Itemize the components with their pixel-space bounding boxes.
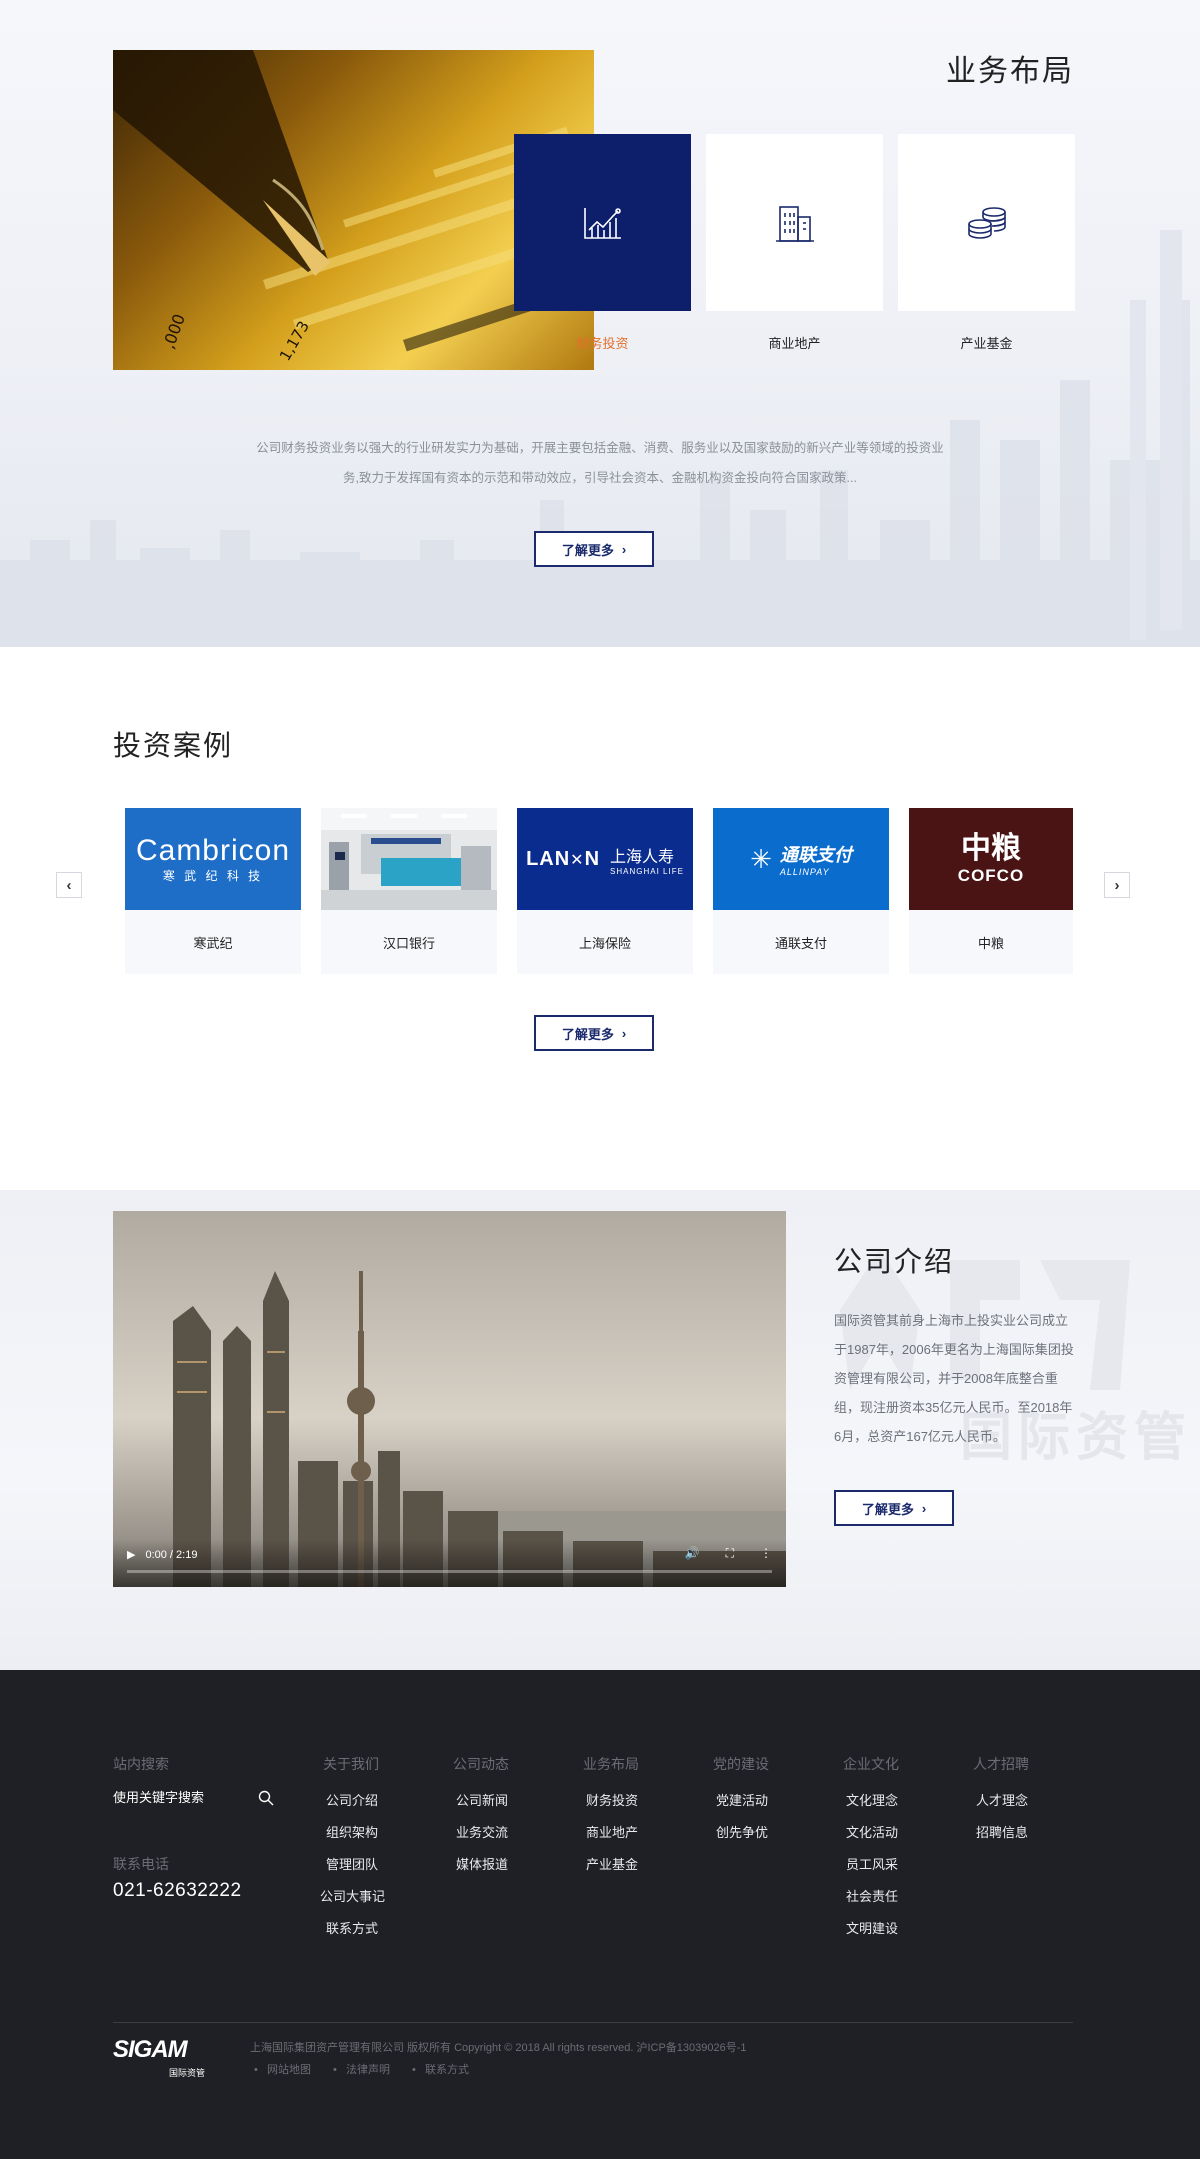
business-card-industry-fund[interactable]: [898, 134, 1075, 311]
footer-link[interactable]: 财务投资: [586, 1790, 638, 1809]
case-name: 通联支付: [774, 935, 827, 951]
play-icon[interactable]: ▶: [127, 1548, 135, 1561]
footer-link[interactable]: 文化理念: [846, 1790, 898, 1809]
intro-more-button[interactable]: 了解更多 ›: [834, 1490, 954, 1526]
chart-trend-icon: [583, 207, 621, 239]
footer-bottom-link-contact[interactable]: • 联系方式: [412, 2061, 469, 2077]
chevron-right-icon: ›: [1114, 876, 1120, 894]
svg-text:1,173: 1,173: [276, 318, 313, 364]
chevron-right-icon: ›: [921, 1500, 927, 1516]
footer-search-input[interactable]: [113, 1786, 277, 1808]
footer-link[interactable]: 创先争优: [716, 1822, 768, 1841]
case-card-cambricon[interactable]: Cambricon 寒 武 纪 科 技 寒武纪: [125, 808, 301, 974]
footer-link[interactable]: 人才理念: [976, 1790, 1028, 1809]
footer-col-heading-careers: 人才招聘: [973, 1756, 1029, 1772]
cases-next-button[interactable]: ›: [1104, 872, 1130, 898]
case-card-hankou-bank[interactable]: 汉口银行: [321, 808, 497, 974]
allinpay-mark: ✳: [750, 843, 772, 874]
video-time: 0:00 / 2:19: [145, 1548, 198, 1561]
shanghai-life-logo: LAN✕N 上海人寿 SHANGHAI LIFE: [517, 808, 693, 910]
chevron-right-icon: ›: [621, 541, 627, 557]
footer-col-heading-culture: 企业文化: [843, 1756, 899, 1772]
footer-link[interactable]: 招聘信息: [976, 1822, 1028, 1841]
case-name: 上海保险: [578, 935, 631, 951]
case-name: 寒武纪: [193, 935, 233, 951]
volume-icon[interactable]: 🔊: [685, 1546, 700, 1561]
footer-col-heading-news: 公司动态: [453, 1756, 509, 1772]
business-more-button[interactable]: 了解更多 ›: [534, 531, 654, 567]
intro-video-player[interactable]: ▶ 0:00 / 2:19 🔊 ⛶ ⋮: [113, 1211, 786, 1587]
business-section: ,000 1,173 业务布局 财务投资 商业地产 产业基金 公司财务投资业务以…: [0, 0, 1200, 647]
video-right-controls: 🔊 ⛶ ⋮: [685, 1546, 772, 1561]
chevron-left-icon: ‹: [66, 876, 72, 894]
cofco-logo: 中粮 COFCO: [909, 808, 1073, 910]
chevron-right-icon: ›: [621, 1025, 627, 1041]
search-icon[interactable]: [258, 1790, 274, 1806]
coin-stack-icon: [967, 206, 1006, 239]
video-progress-track[interactable]: [127, 1570, 772, 1573]
video-control-row: ▶ 0:00 / 2:19: [127, 1548, 198, 1562]
footer-link[interactable]: 产业基金: [586, 1854, 638, 1873]
fullscreen-icon[interactable]: ⛶: [726, 1546, 734, 1561]
footer-link[interactable]: 公司新闻: [456, 1790, 508, 1809]
footer-link[interactable]: 商业地产: [586, 1822, 638, 1841]
footer-col-heading-business: 业务布局: [583, 1756, 639, 1772]
footer-link[interactable]: 联系方式: [326, 1918, 378, 1937]
svg-text:,000: ,000: [159, 311, 189, 351]
lanin-mark: LAN✕N: [526, 847, 601, 870]
site-footer: [0, 1670, 1200, 2159]
footer-phone-heading: 联系电话: [113, 1856, 169, 1872]
footer-link[interactable]: 公司介绍: [326, 1790, 378, 1809]
shanghai-skyline-video-frame: [113, 1211, 786, 1587]
footer-link[interactable]: 员工风采: [846, 1854, 898, 1873]
cambricon-logo: Cambricon 寒 武 纪 科 技: [125, 808, 301, 910]
case-name: 汉口银行: [382, 935, 435, 951]
footer-link[interactable]: 社会责任: [846, 1886, 898, 1905]
footer-logo[interactable]: SIGAM 国际资管: [113, 2036, 213, 2084]
case-name: 中粮: [977, 935, 1004, 951]
footer-link[interactable]: 文化活动: [846, 1822, 898, 1841]
business-description: 公司财务投资业务以强大的行业研发实力为基础，开展主要包括金融、消费、服务业以及国…: [256, 441, 944, 485]
intro-title: 公司介绍: [834, 1246, 955, 1277]
business-label-commercial-real-estate[interactable]: 商业地产: [706, 333, 883, 352]
footer-link[interactable]: 文明建设: [846, 1918, 898, 1937]
footer-link[interactable]: 组织架构: [326, 1822, 378, 1841]
footer-search-heading: 站内搜索: [113, 1756, 169, 1772]
footer-link[interactable]: 业务交流: [456, 1822, 508, 1841]
case-card-allinpay[interactable]: ✳ 通联支付 ALLINPAY 通联支付: [713, 808, 889, 974]
footer-link[interactable]: 管理团队: [326, 1854, 378, 1873]
cases-title: 投资案例: [113, 730, 234, 761]
case-card-cofco[interactable]: 中粮 COFCO 中粮: [909, 808, 1073, 974]
building-icon: [775, 205, 814, 242]
cases-more-button[interactable]: 了解更多 ›: [534, 1015, 654, 1051]
business-label-industry-fund[interactable]: 产业基金: [898, 333, 1075, 352]
footer-bottom-link-legal[interactable]: • 法律声明: [333, 2061, 390, 2077]
business-title: 业务布局: [946, 55, 1074, 88]
business-card-commercial-real-estate[interactable]: [706, 134, 883, 311]
footer-divider: [113, 2022, 1073, 2023]
footer-bottom-link-sitemap[interactable]: • 网站地图: [254, 2061, 311, 2077]
footer-link[interactable]: 党建活动: [716, 1790, 768, 1809]
footer-phone: 021-62632222: [113, 1880, 242, 1901]
copyright-text: 上海国际集团资产管理有限公司 版权所有 Copyright © 2018 All…: [250, 2042, 747, 2054]
intro-text: 国际资管其前身上海市上投实业公司成立于1987年，2006年更名为上海国际集团投…: [834, 1313, 1074, 1444]
case-card-shanghai-life[interactable]: LAN✕N 上海人寿 SHANGHAI LIFE 上海保险: [517, 808, 693, 974]
hankou-bank-photo: [321, 808, 497, 910]
footer-col-heading-about: 关于我们: [323, 1756, 379, 1772]
footer-col-heading-party: 党的建设: [713, 1756, 769, 1772]
more-options-icon[interactable]: ⋮: [760, 1546, 772, 1561]
business-card-financial-investment[interactable]: [514, 134, 691, 311]
footer-link[interactable]: 媒体报道: [456, 1854, 508, 1873]
cases-prev-button[interactable]: ‹: [56, 872, 82, 898]
allinpay-logo: ✳ 通联支付 ALLINPAY: [713, 808, 889, 910]
footer-link[interactable]: 公司大事记: [320, 1886, 385, 1905]
business-label-financial-investment[interactable]: 财务投资: [514, 333, 691, 352]
